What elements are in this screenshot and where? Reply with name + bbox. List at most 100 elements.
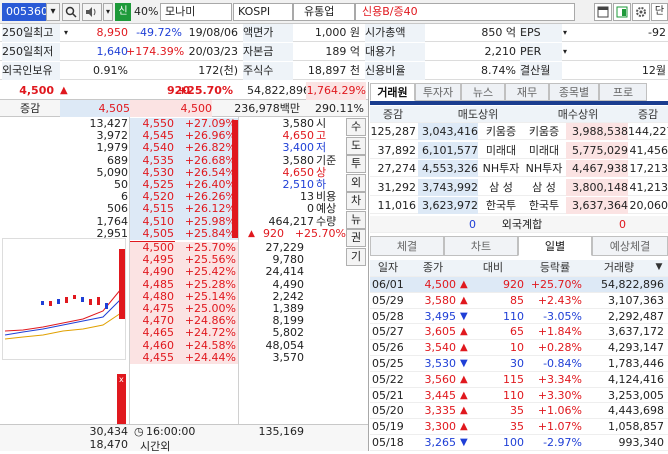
ask-qty[interactable]: 506 [40,203,128,215]
daily-row[interactable]: 05/28 3,495 ▼ 110 -3.05% 2,292,487 [370,309,668,325]
tab-broker-1[interactable]: 투자자 [415,83,461,101]
daily-row[interactable]: 05/25 3,530 ▼ 30 -0.84% 1,783,446 [370,356,668,372]
broker-row[interactable]: 31,292 3,743,992 삼 성 삼 성 3,800,148 41,213 [370,178,668,196]
daily-row[interactable]: 05/19 3,300 ▲ 35 +1.07% 1,058,857 [370,419,668,435]
gear-icon[interactable] [632,3,650,21]
daily-row[interactable]: 05/26 3,540 ▲ 10 +0.28% 4,293,147 [370,340,668,356]
dropdown-icon[interactable]: ▾ [563,43,573,61]
side-button[interactable]: 차 [346,192,366,210]
ask-qty[interactable]: 689 [40,154,128,167]
stat-label: 기준 [316,153,337,167]
bid-qty[interactable]: 48,054 [238,339,305,352]
broker-buy-name: 삼 성 [532,180,556,194]
bid-total: 135,169 [258,425,305,438]
daily-row[interactable]: 05/22 3,560 ▲ 115 +3.34% 4,124,416 [370,372,668,388]
market-label: KOSPI [233,3,293,21]
ask-price[interactable]: 4,515 [130,203,174,216]
tab-daily-2[interactable]: 일별 [518,236,592,256]
daily-close: 3,265 [424,436,457,449]
tab-daily-3[interactable]: 예상체결 [592,236,668,256]
bid-qty[interactable]: 3,570 [238,351,305,364]
daily-volume: 3,637,172 [608,325,664,339]
side-button[interactable]: 도 [346,136,366,155]
bid-price[interactable]: 4,485 [130,278,174,291]
code-dropdown-icon[interactable]: ▾ [46,3,60,21]
broker-sell-header: 매도상위 [457,108,499,121]
tab-broker-4[interactable]: 종목별 [549,83,599,101]
stock-code-input[interactable]: 005360 [2,3,48,21]
bid-price[interactable]: 4,490 [130,266,174,279]
daily-row[interactable]: 05/21 3,445 ▲ 110 +3.30% 3,253,005 [370,388,668,404]
info-l2: 주식수 [243,62,293,80]
bid-price[interactable]: 4,455 [130,351,174,364]
sound-dropdown-icon[interactable]: ▾ [103,3,113,21]
bid-qty[interactable]: 5,802 [238,327,305,339]
daily-row[interactable]: 06/01 4,500 ▲ 920 +25.70% 54,822,896 [370,277,668,293]
tab-broker-5[interactable]: 프로 [599,83,647,101]
daily-rate: +3.30% [537,388,582,402]
up-arrow-icon: ▲ [460,421,468,433]
daily-close: 3,445 [424,388,457,402]
daily-volume: 3,107,363 [608,293,664,307]
tab-daily-0[interactable]: 체결 [370,236,444,256]
ask-price[interactable]: 4,540 [130,142,174,155]
daily-close: 3,495 [424,309,457,323]
broker-sell-incr: 11,016 [377,199,417,212]
broker-row[interactable]: 11,016 3,623,972 한국투 한국투 3,637,364 20,060 [370,197,668,214]
broker-buy-qty: 3,800,148 [566,178,628,196]
search-icon[interactable] [62,3,80,21]
side-button[interactable]: 투 [346,155,366,173]
ask-price[interactable]: 4,510 [130,215,174,228]
daily-row[interactable]: 05/20 3,335 ▲ 35 +1.06% 4,443,698 [370,403,668,420]
daily-close: 3,580 [424,293,457,307]
side-button[interactable]: 뉴 [346,210,366,229]
dropdown-icon[interactable]: ▾ [563,24,573,42]
corner-button[interactable]: 단 [651,3,668,21]
broker-row[interactable]: 125,2873,043,416 키움증 키움증 3,988,538144,227 [370,123,668,140]
info-l2: 액면가 [243,24,293,42]
tab-broker-2[interactable]: 뉴스 [461,83,505,101]
broker-buy-name: NH투자 [525,162,563,175]
foreign-total-row: 0 외국계합 0 [370,216,668,233]
dropdown-icon[interactable]: ▾ [64,24,74,42]
tab-broker-0[interactable]: 거래원 [370,83,415,101]
ask-qty[interactable]: 1,979 [40,142,129,154]
broker-buy-qty: 4,467,938 [566,160,628,177]
chart-icon[interactable] [613,3,631,21]
daily-rate: -0.84% [543,357,582,370]
side-button[interactable]: 권 [346,229,366,247]
info-l3: 시가총액 [365,24,425,42]
broker-row[interactable]: 27,274 4,553,326 NH투자 NH투자 4,467,938 17,213 [370,160,668,177]
daily-dropdown-icon[interactable]: ▼ [652,260,666,276]
bid-price[interactable]: 4,460 [130,339,174,352]
daily-diff: 115 [503,372,524,386]
daily-volume: 4,293,147 [608,341,664,355]
info-v1: 0.91% [93,64,128,77]
ask-price[interactable]: 4,535 [130,154,174,167]
broker-buy-qty: 5,775,029 [566,141,628,159]
side-button[interactable]: 외 [346,173,366,192]
daily-volume: 4,443,698 [608,404,664,418]
daily-volume: 993,340 [618,436,665,449]
info-v1: 1,640 [96,45,129,58]
ask-rate: +26.68% [174,154,238,167]
daily-close: 3,560 [424,372,457,386]
bid-qty[interactable]: 4,490 [238,278,305,291]
side-button[interactable]: 수 [346,118,366,136]
bid-price[interactable]: 4,465 [130,327,174,340]
bid-qty[interactable]: 24,414 [238,266,305,278]
ask-qty[interactable]: 1,764 [40,215,129,228]
speaker-icon[interactable] [82,3,102,21]
window-icon[interactable] [594,3,612,21]
daily-row[interactable]: 05/29 3,580 ▲ 85 +2.43% 3,107,363 [370,293,668,309]
daily-row[interactable]: 05/18 3,265 ▼ 100 -2.97% 993,340 [370,435,668,451]
ask-qty[interactable]: 50 [40,178,128,191]
daily-row[interactable]: 05/27 3,605 ▲ 65 +1.84% 3,637,172 [370,324,668,341]
ask-price[interactable]: 4,505 [130,227,174,240]
daily-close: 3,530 [424,357,457,370]
broker-sell-qty: 4,553,326 [418,160,478,177]
broker-row[interactable]: 37,892 6,101,577 미래대 미래대 5,775,029 41,456 [370,141,668,159]
side-button[interactable]: 기 [346,247,366,266]
tab-broker-3[interactable]: 재무 [505,83,549,101]
tab-daily-1[interactable]: 차트 [444,236,518,256]
